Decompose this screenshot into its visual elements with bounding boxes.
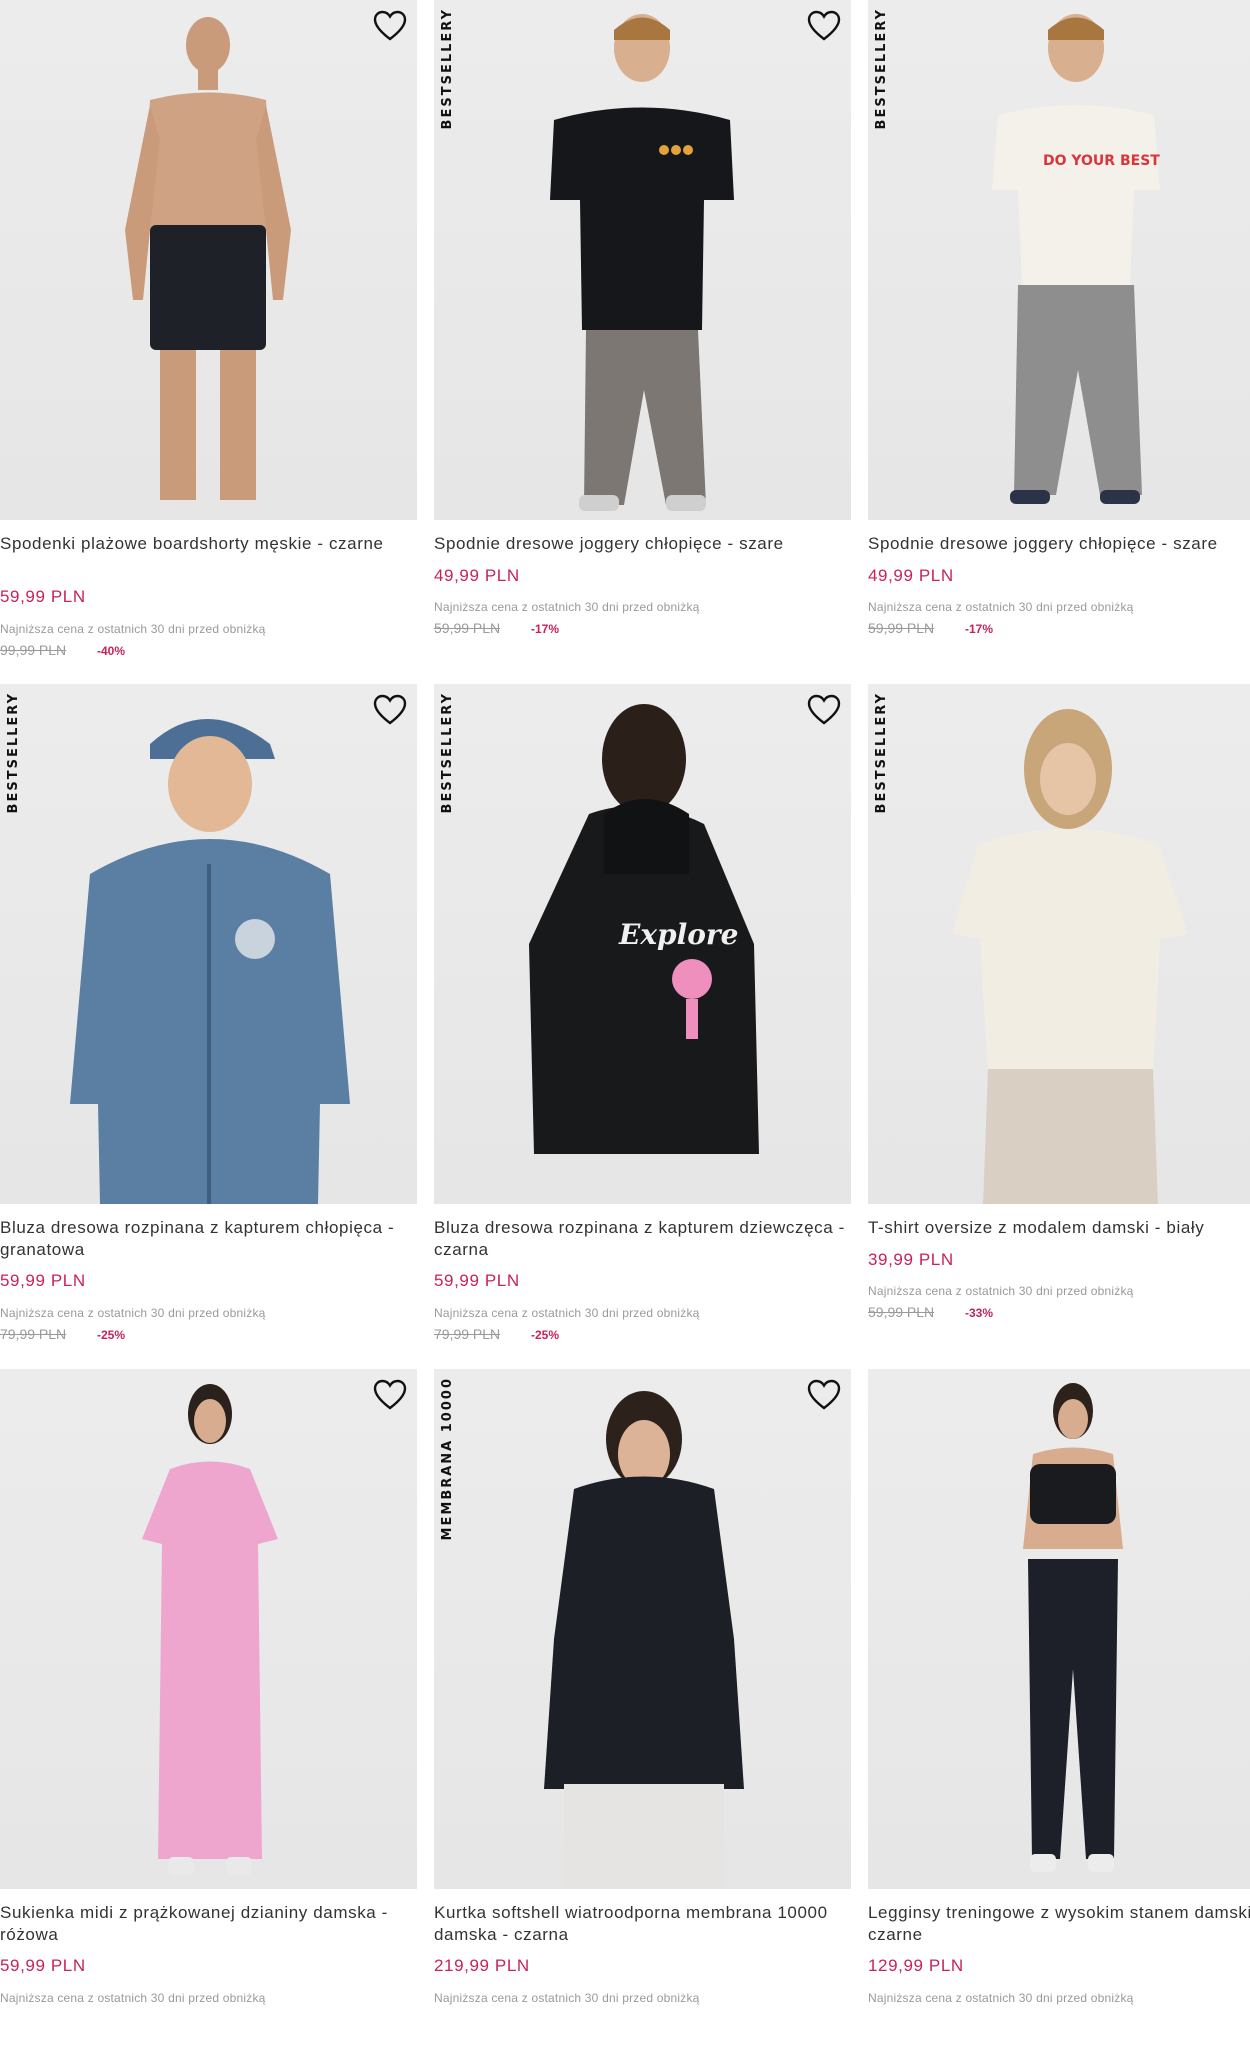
product-name[interactable]: Bluza dresowa rozpinana z kapturem dziew… (434, 1217, 851, 1261)
heart-icon[interactable] (807, 694, 841, 726)
product-name[interactable]: Sukienka midi z prążkowanej dzianiny dam… (0, 1902, 417, 1946)
product-image[interactable] (0, 0, 417, 520)
product-card[interactable]: BESTSELLERY T-shirt oversize z modalem d… (868, 684, 1250, 1369)
discount-badge: -17% (531, 622, 560, 636)
old-price: 99,99 PLN (0, 642, 67, 658)
heart-icon[interactable] (373, 694, 407, 726)
product-photo-woman-black-softshell (544, 1391, 744, 1889)
old-price: 59,99 PLN (434, 620, 501, 636)
heart-icon[interactable] (373, 10, 407, 42)
product-image[interactable] (0, 1369, 417, 1889)
old-price: 59,99 PLN (868, 620, 935, 636)
product-name[interactable]: T-shirt oversize z modalem damski - biał… (868, 1217, 1250, 1239)
heart-icon[interactable] (807, 1379, 841, 1411)
product-price: 219,99 PLN (434, 1956, 530, 1975)
product-image[interactable]: BESTSELLERY (868, 684, 1250, 1204)
old-price: 59,99 PLN (868, 1304, 935, 1320)
product-photo-boy-white-tee: DO YOUR BEST (992, 14, 1160, 504)
product-photo-man-black-shorts (125, 17, 291, 500)
product-name[interactable]: Spodenki plażowe boardshorty męskie - cz… (0, 533, 417, 555)
discount-badge: -40% (97, 644, 126, 658)
product-price: 59,99 PLN (434, 1271, 520, 1290)
product-name[interactable]: Legginsy treningowe z wysokim stanem dam… (868, 1902, 1250, 1946)
lowest-price-note: Najniższa cena z ostatnich 30 dni przed … (434, 600, 700, 614)
bestseller-badge: BESTSELLERY (874, 692, 889, 814)
product-price: 129,99 PLN (868, 1956, 964, 1975)
product-photo-woman-black-leggings (1023, 1383, 1123, 1872)
product-card[interactable]: MEMBRANA 10000 Kurtka softshell wiatrood… (434, 1369, 851, 2054)
old-price: 79,99 PLN (0, 1326, 67, 1342)
lowest-price-note: Najniższa cena z ostatnich 30 dni przed … (0, 622, 266, 636)
lowest-price-note: Najniższa cena z ostatnich 30 dni przed … (868, 1991, 1134, 2005)
heart-icon[interactable] (373, 1379, 407, 1411)
product-photo-boy-blue-hoodie (70, 719, 350, 1204)
bestseller-badge: BESTSELLERY (6, 692, 21, 814)
product-price: 49,99 PLN (868, 566, 954, 585)
product-grid: Spodenki plażowe boardshorty męskie - cz… (0, 0, 1250, 2014)
lowest-price-note: Najniższa cena z ostatnich 30 dni przed … (868, 600, 1134, 614)
bestseller-badge: BESTSELLERY (440, 8, 455, 130)
product-image[interactable]: BESTSELLERY (0, 684, 417, 1204)
product-image[interactable]: MEMBRANA 10000 (434, 1369, 851, 1889)
product-card[interactable]: DO YOUR BEST BESTSELLERY Spodnie dresowe… (868, 0, 1250, 685)
product-price: 59,99 PLN (0, 587, 86, 606)
membrane-badge: MEMBRANA 10000 (440, 1377, 455, 1541)
svg-text:Explore: Explore (618, 918, 739, 951)
product-name[interactable]: Spodnie dresowe joggery chłopięce - szar… (434, 533, 851, 555)
product-card[interactable]: Legginsy treningowe z wysokim stanem dam… (868, 1369, 1250, 2054)
old-price: 79,99 PLN (434, 1326, 501, 1342)
product-name[interactable]: Kurtka softshell wiatroodporna membrana … (434, 1902, 851, 1946)
product-card[interactable]: BESTSELLERY Spodnie dresowe joggery chło… (434, 0, 851, 685)
product-name[interactable]: Spodnie dresowe joggery chłopięce - szar… (868, 533, 1250, 555)
product-price: 39,99 PLN (868, 1250, 954, 1269)
product-card[interactable]: BESTSELLERY Bluza dresowa rozpinana z ka… (0, 684, 417, 1369)
lowest-price-note: Najniższa cena z ostatnich 30 dni przed … (0, 1991, 266, 2005)
product-card[interactable]: Sukienka midi z prążkowanej dzianiny dam… (0, 1369, 417, 2054)
discount-badge: -33% (965, 1306, 994, 1320)
svg-text:DO YOUR BEST: DO YOUR BEST (1043, 153, 1160, 169)
product-price: 59,99 PLN (0, 1956, 86, 1975)
bestseller-badge: BESTSELLERY (440, 692, 455, 814)
product-card[interactable]: Spodenki plażowe boardshorty męskie - cz… (0, 0, 417, 685)
heart-icon[interactable] (807, 10, 841, 42)
product-card[interactable]: Explore BESTSELLERY Bluza dresowa rozpin… (434, 684, 851, 1369)
product-name[interactable]: Bluza dresowa rozpinana z kapturem chłop… (0, 1217, 417, 1261)
product-price: 59,99 PLN (0, 1271, 86, 1290)
product-photo-girl-black-hoodie: Explore (529, 704, 759, 1154)
discount-badge: -25% (97, 1328, 126, 1342)
product-photo-woman-pink-dress (142, 1384, 278, 1875)
product-image[interactable]: BESTSELLERY (434, 0, 851, 520)
product-image[interactable]: Explore BESTSELLERY (434, 684, 851, 1204)
discount-badge: -25% (531, 1328, 560, 1342)
product-price: 49,99 PLN (434, 566, 520, 585)
product-image[interactable]: DO YOUR BEST BESTSELLERY (868, 0, 1250, 520)
lowest-price-note: Najniższa cena z ostatnich 30 dni przed … (0, 1306, 266, 1320)
lowest-price-note: Najniższa cena z ostatnich 30 dni przed … (434, 1991, 700, 2005)
product-image[interactable] (868, 1369, 1250, 1889)
product-photo-woman-white-tee (952, 709, 1188, 1204)
lowest-price-note: Najniższa cena z ostatnich 30 dni przed … (434, 1306, 700, 1320)
product-photo-boy-grey-joggers (550, 14, 734, 511)
bestseller-badge: BESTSELLERY (874, 8, 889, 130)
lowest-price-note: Najniższa cena z ostatnich 30 dni przed … (868, 1284, 1134, 1298)
discount-badge: -17% (965, 622, 994, 636)
